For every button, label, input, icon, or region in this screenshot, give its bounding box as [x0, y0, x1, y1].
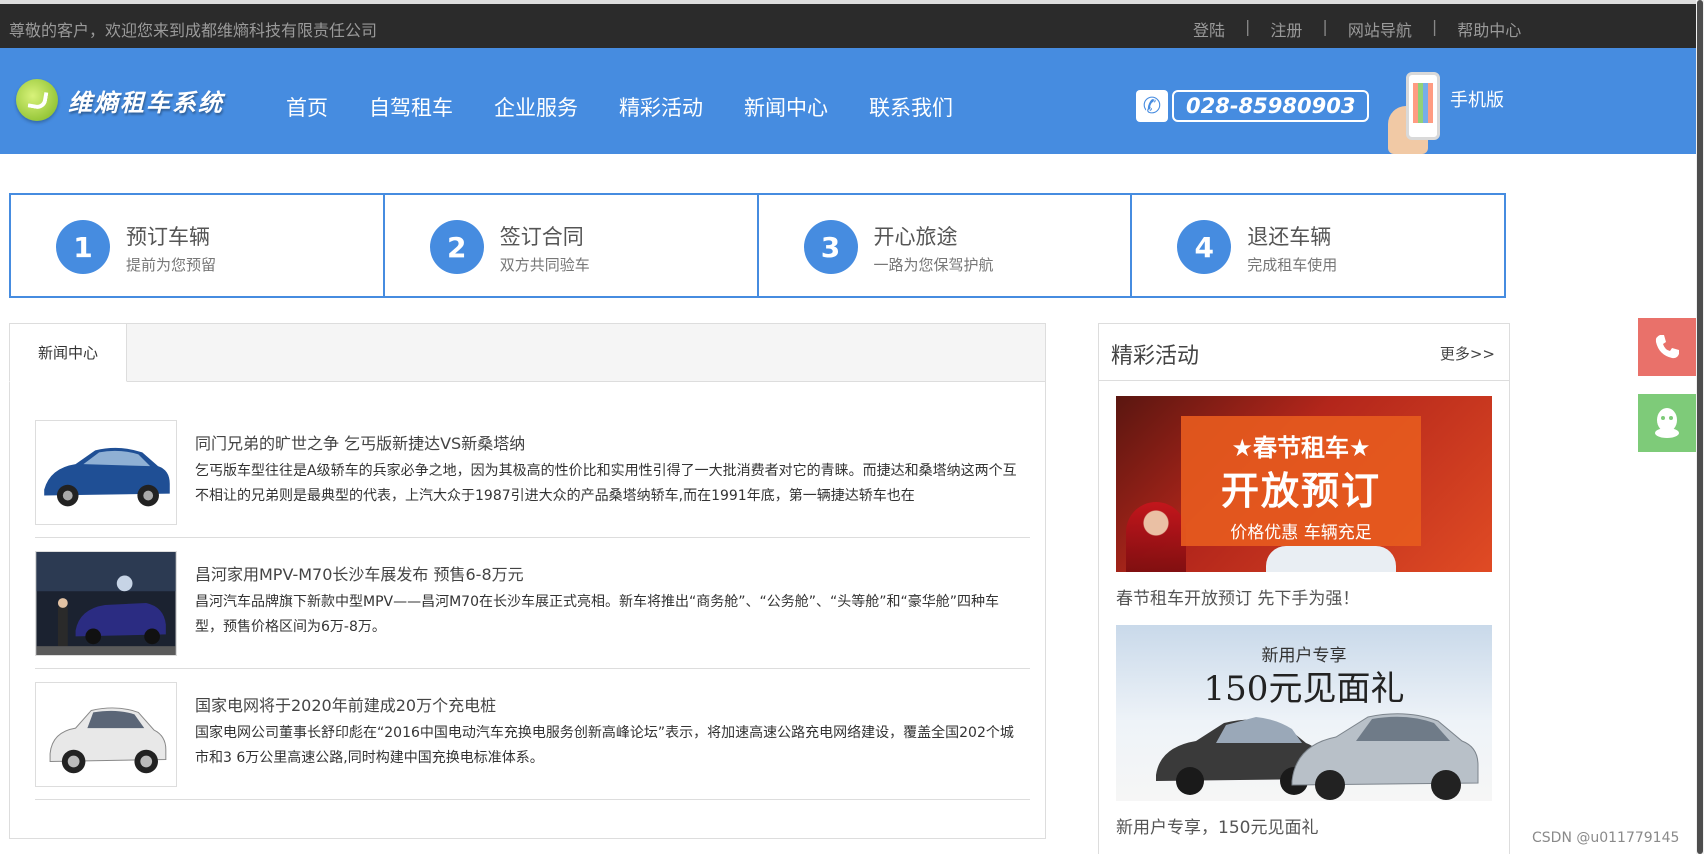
step-book: 1 预订车辆 提前为您预留	[11, 195, 385, 296]
nav-item-news[interactable]: 新闻中心	[744, 92, 828, 122]
step-journey: 3 开心旅途 一路为您保驾护航	[759, 195, 1133, 296]
nav-item-self-drive[interactable]: 自驾租车	[369, 92, 453, 122]
nav-item-enterprise[interactable]: 企业服务	[494, 92, 578, 122]
nav-item-home[interactable]: 首页	[286, 92, 328, 122]
step-title: 开心旅途	[873, 225, 958, 249]
step-number: 1	[56, 220, 110, 274]
welcome-text: 尊敬的客户，欢迎您来到成都维熵科技有限责任公司	[9, 21, 378, 40]
step-subtitle: 一路为您保驾护航	[873, 256, 994, 274]
step-title: 签订合同	[499, 225, 584, 249]
separator: |	[1322, 17, 1328, 36]
login-link[interactable]: 登陆	[1193, 17, 1225, 41]
activities-header: 精彩活动 更多>>	[1099, 324, 1509, 381]
list-item[interactable]: 国家电网将于2020年前建成20万个充电桩 国家电网公司董事长舒印彪在“2016…	[35, 682, 1030, 800]
nav-item-activities[interactable]: 精彩活动	[619, 92, 703, 122]
news-list: 同门兄弟的旷世之争 乞丐版新捷达VS新桑塔纳 乞丐版车型往往是A级轿车的兵家必争…	[35, 420, 1030, 813]
call-button[interactable]	[1638, 318, 1696, 376]
news-panel: 新闻中心 同门兄弟的旷世之争 乞丐版新捷达VS新桑塔纳 乞丐版车型往往是A级轿车…	[9, 323, 1046, 839]
list-item[interactable]: 昌河家用MPV-M70长沙车展发布 预售6-8万元 昌河汽车品牌旗下新款中型MP…	[35, 551, 1030, 669]
top-bar: 尊敬的客户，欢迎您来到成都维熵科技有限责任公司 登陆 | 注册 | 网站导航 |…	[0, 0, 1696, 48]
step-number: 4	[1177, 220, 1232, 274]
site-logo[interactable]: 维熵租车系统	[16, 79, 224, 121]
step-title: 退还车辆	[1247, 225, 1332, 249]
top-links: 登陆 | 注册 | 网站导航 | 帮助中心	[1193, 17, 1521, 41]
news-title[interactable]: 国家电网将于2020年前建成20万个充电桩	[195, 692, 496, 716]
news-tabs: 新闻中心	[9, 323, 1045, 382]
phone-icon	[1655, 335, 1679, 359]
activity-caption[interactable]: 春节租车开放预订 先下手为强！	[1116, 584, 1492, 609]
banner-headline: 150元见面礼	[1203, 669, 1405, 709]
step-number: 2	[429, 220, 484, 274]
news-thumbnail[interactable]	[35, 682, 177, 787]
activity-card[interactable]: 新用户专享 150元见面礼 新用户专享，150元见面礼	[1116, 625, 1492, 838]
more-link[interactable]: 更多>>	[1440, 343, 1495, 364]
hotline-number: 028-85980903	[1172, 90, 1370, 122]
activity-card[interactable]: ★春节租车★ 开放预订 价格优惠 车辆充足 春节租车开放预订 先下手为强！	[1116, 396, 1492, 609]
step-subtitle: 双方共同验车	[499, 256, 590, 274]
banner-headline: 开放预订	[1220, 469, 1381, 513]
register-link[interactable]: 注册	[1270, 17, 1302, 41]
logo-icon	[16, 79, 58, 121]
step-number: 3	[803, 220, 858, 274]
rental-steps: 1 预订车辆 提前为您预留 2 签订合同 双方共同验车 3 开心旅途 一路为您保…	[9, 193, 1506, 298]
logo-text: 维熵租车系统	[68, 87, 224, 117]
nav-item-contact[interactable]: 联系我们	[869, 92, 953, 122]
step-title: 预订车辆	[126, 225, 210, 249]
help-center-link[interactable]: 帮助中心	[1457, 17, 1521, 41]
hotline: ✆ 028-85980903	[1136, 90, 1370, 122]
mobile-version-label[interactable]: 手机版	[1450, 86, 1504, 112]
news-summary: 昌河汽车品牌旗下新款中型MPV——昌河M70在长沙车展正式亮相。新车将推出“商务…	[195, 594, 1000, 635]
banner-tagline: 价格优惠 车辆充足	[1230, 523, 1372, 543]
activities-title: 精彩活动	[1111, 344, 1200, 369]
activity-caption[interactable]: 新用户专享，150元见面礼	[1116, 813, 1492, 838]
news-thumbnail[interactable]	[35, 551, 177, 656]
separator: |	[1431, 17, 1438, 36]
qq-button[interactable]	[1638, 394, 1696, 452]
site-nav-link[interactable]: 网站导航	[1348, 17, 1412, 41]
mobile-version[interactable]: 手机版	[1388, 72, 1504, 154]
news-title[interactable]: 同门兄弟的旷世之争 乞丐版新捷达VS新桑塔纳	[195, 430, 525, 454]
vertical-scrollbar[interactable]	[1696, 0, 1704, 854]
separator: |	[1245, 17, 1251, 36]
tab-news-center[interactable]: 新闻中心	[9, 323, 127, 382]
step-return: 4 退还车辆 完成租车使用	[1132, 195, 1504, 296]
scrollbar-thumb[interactable]	[1697, 0, 1703, 854]
new-user-banner[interactable]: 新用户专享 150元见面礼	[1116, 625, 1492, 801]
news-title[interactable]: 昌河家用MPV-M70长沙车展发布 预售6-8万元	[195, 561, 524, 585]
watermark: CSDN @u011779145	[1532, 830, 1680, 846]
phone-icon: ✆	[1136, 90, 1168, 122]
main-header: 维熵租车系统 首页 自驾租车 企业服务 精彩活动 新闻中心 联系我们 ✆ 028…	[0, 48, 1696, 154]
mobile-phone-icon	[1388, 72, 1440, 154]
news-thumbnail[interactable]	[35, 420, 177, 525]
qq-icon	[1655, 408, 1679, 438]
step-contract: 2 签订合同 双方共同验车	[385, 195, 759, 296]
news-summary: 乞丐版车型往往是A级轿车的兵家必争之地，因为其极高的性价比和实用性引得了一大批消…	[195, 463, 1017, 504]
banner-heading: ★春节租车★	[1231, 434, 1371, 462]
news-summary: 国家电网公司董事长舒印彪在“2016中国电动汽车充换电服务创新高峰论坛”表示，将…	[195, 725, 1014, 766]
activities-panel: 精彩活动 更多>> ★春节租车★ 开放预订 价格优惠 车辆充足 春节租车开放预订…	[1098, 323, 1510, 854]
list-item[interactable]: 同门兄弟的旷世之争 乞丐版新捷达VS新桑塔纳 乞丐版车型往往是A级轿车的兵家必争…	[35, 420, 1030, 538]
main-nav: 首页 自驾租车 企业服务 精彩活动 新闻中心 联系我们	[286, 92, 994, 122]
spring-festival-banner[interactable]: ★春节租车★ 开放预订 价格优惠 车辆充足	[1116, 396, 1492, 572]
step-subtitle: 提前为您预留	[126, 256, 217, 274]
step-subtitle: 完成租车使用	[1247, 256, 1338, 274]
